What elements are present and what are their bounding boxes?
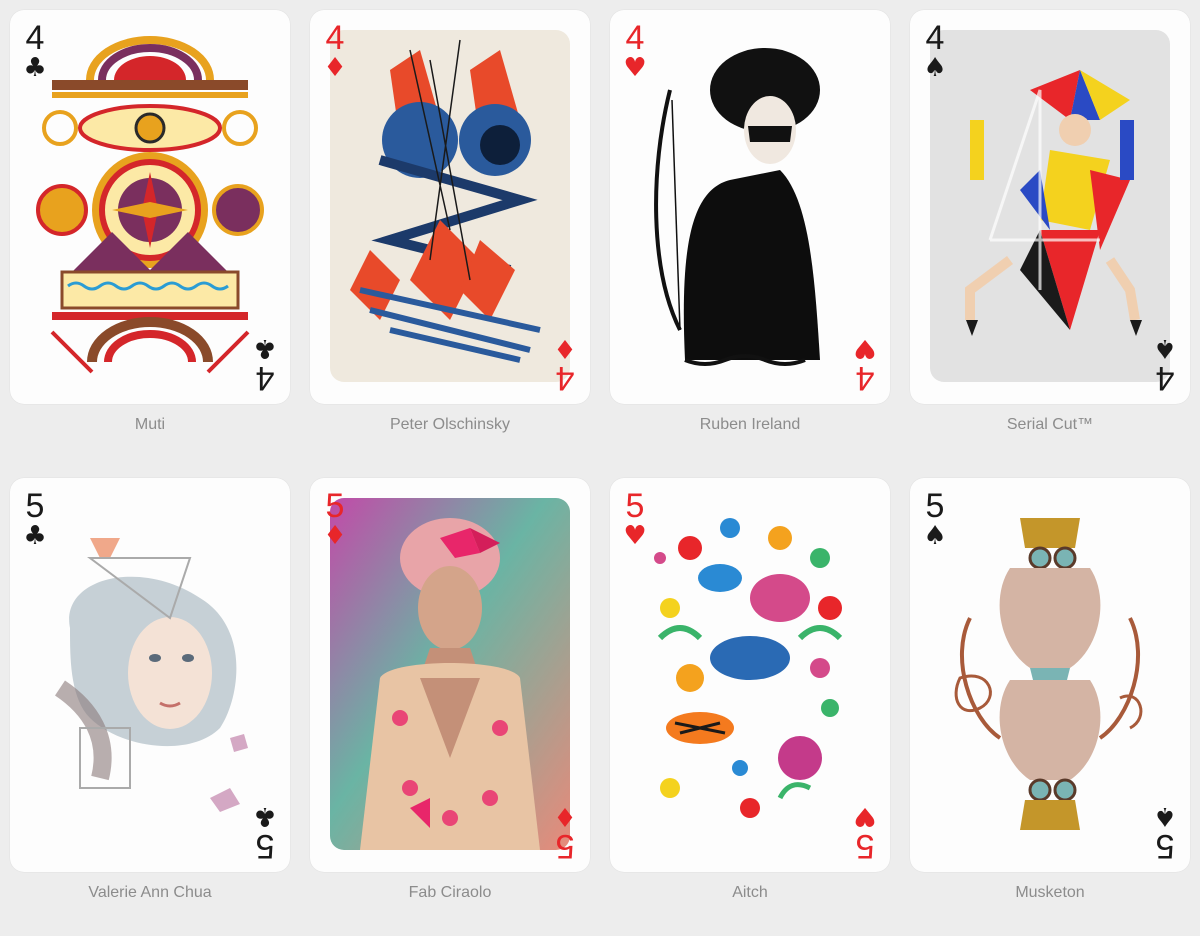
artist-name[interactable]: Muti <box>10 416 290 434</box>
card-artwork <box>930 498 1170 850</box>
heart-icon: ♥ <box>853 333 877 363</box>
card-rank: 4 <box>325 19 345 57</box>
card-rank: 5 <box>25 487 45 525</box>
card-gallery: 4 ♣ 4 ♣ Muti 4 ♦ 4 ♦ Peter Olschinsky 4 … <box>0 0 1200 936</box>
spade-icon: ♠ <box>923 53 947 83</box>
card-rank: 4 <box>555 359 575 397</box>
artist-name[interactable]: Fab Ciraolo <box>310 884 590 902</box>
card-artwork <box>30 498 270 850</box>
geometric-figure-artwork <box>930 30 1170 382</box>
card-rank: 5 <box>855 827 875 865</box>
artist-name[interactable]: Ruben Ireland <box>610 416 890 434</box>
playing-card[interactable]: 5 ♥ 5 ♥ <box>610 478 890 872</box>
diamond-icon: ♦ <box>553 333 577 363</box>
corner-index-top: 4 ♠ <box>920 19 950 83</box>
artist-name[interactable]: Peter Olschinsky <box>310 416 590 434</box>
corner-index-top: 4 ♥ <box>620 19 650 83</box>
playing-card[interactable]: 5 ♣ 5 ♣ <box>10 478 290 872</box>
corner-index-bottom: 5 ♦ <box>550 801 580 865</box>
artist-name[interactable]: Musketon <box>910 884 1190 902</box>
card-artwork <box>930 30 1170 382</box>
watercolor-portrait-artwork <box>30 498 270 850</box>
spade-icon: ♠ <box>1153 333 1177 363</box>
card-rank: 5 <box>1155 827 1175 865</box>
corner-index-bottom: 4 ♦ <box>550 333 580 397</box>
card-rank: 5 <box>925 487 945 525</box>
playing-card[interactable]: 4 ♦ 4 ♦ <box>310 10 590 404</box>
corner-index-top: 5 ♥ <box>620 487 650 551</box>
diamond-icon: ♦ <box>323 53 347 83</box>
corner-index-bottom: 5 ♣ <box>250 801 280 865</box>
club-icon: ♣ <box>253 801 277 831</box>
card-artwork <box>630 498 870 850</box>
silhouette-artwork <box>630 30 870 382</box>
corner-index-bottom: 5 ♥ <box>850 801 880 865</box>
card-rank: 4 <box>855 359 875 397</box>
heart-icon: ♥ <box>623 53 647 83</box>
card-rank: 4 <box>925 19 945 57</box>
bearded-wizard-artwork <box>930 498 1170 850</box>
card-rank: 4 <box>25 19 45 57</box>
floral-portrait-artwork <box>330 498 570 850</box>
spade-icon: ♠ <box>1153 801 1177 831</box>
corner-index-top: 4 ♣ <box>20 19 50 83</box>
card-rank: 5 <box>625 487 645 525</box>
corner-index-top: 5 ♦ <box>320 487 350 551</box>
heart-icon: ♥ <box>853 801 877 831</box>
card-artwork <box>630 30 870 382</box>
club-icon: ♣ <box>23 53 47 83</box>
card-rank: 5 <box>255 827 275 865</box>
playing-card[interactable]: 5 ♠ 5 ♠ <box>910 478 1190 872</box>
club-icon: ♣ <box>23 521 47 551</box>
playing-card[interactable]: 5 ♦ 5 ♦ <box>310 478 590 872</box>
card-artwork <box>32 32 268 382</box>
artist-name[interactable]: Aitch <box>610 884 890 902</box>
club-icon: ♣ <box>253 333 277 363</box>
card-rank: 4 <box>1155 359 1175 397</box>
artist-name[interactable]: Serial Cut™ <box>910 416 1190 434</box>
animal-flora-artwork <box>630 498 870 850</box>
diamond-icon: ♦ <box>323 521 347 551</box>
card-artwork <box>330 30 570 382</box>
card-rank: 4 <box>255 359 275 397</box>
corner-index-bottom: 4 ♠ <box>1150 333 1180 397</box>
corner-index-top: 5 ♠ <box>920 487 950 551</box>
corner-index-bottom: 4 ♣ <box>250 333 280 397</box>
corner-index-bottom: 4 ♥ <box>850 333 880 397</box>
artist-name[interactable]: Valerie Ann Chua <box>10 884 290 902</box>
spade-icon: ♠ <box>923 521 947 551</box>
corner-index-bottom: 5 ♠ <box>1150 801 1180 865</box>
abstract-artwork <box>330 30 570 382</box>
diamond-icon: ♦ <box>553 801 577 831</box>
playing-card[interactable]: 4 ♥ 4 ♥ <box>610 10 890 404</box>
card-rank: 4 <box>625 19 645 57</box>
corner-index-top: 4 ♦ <box>320 19 350 83</box>
muti-artwork <box>32 32 268 382</box>
card-rank: 5 <box>325 487 345 525</box>
corner-index-top: 5 ♣ <box>20 487 50 551</box>
playing-card[interactable]: 4 ♣ 4 ♣ <box>10 10 290 404</box>
playing-card[interactable]: 4 ♠ 4 ♠ <box>910 10 1190 404</box>
card-artwork <box>330 498 570 850</box>
card-rank: 5 <box>555 827 575 865</box>
heart-icon: ♥ <box>623 521 647 551</box>
